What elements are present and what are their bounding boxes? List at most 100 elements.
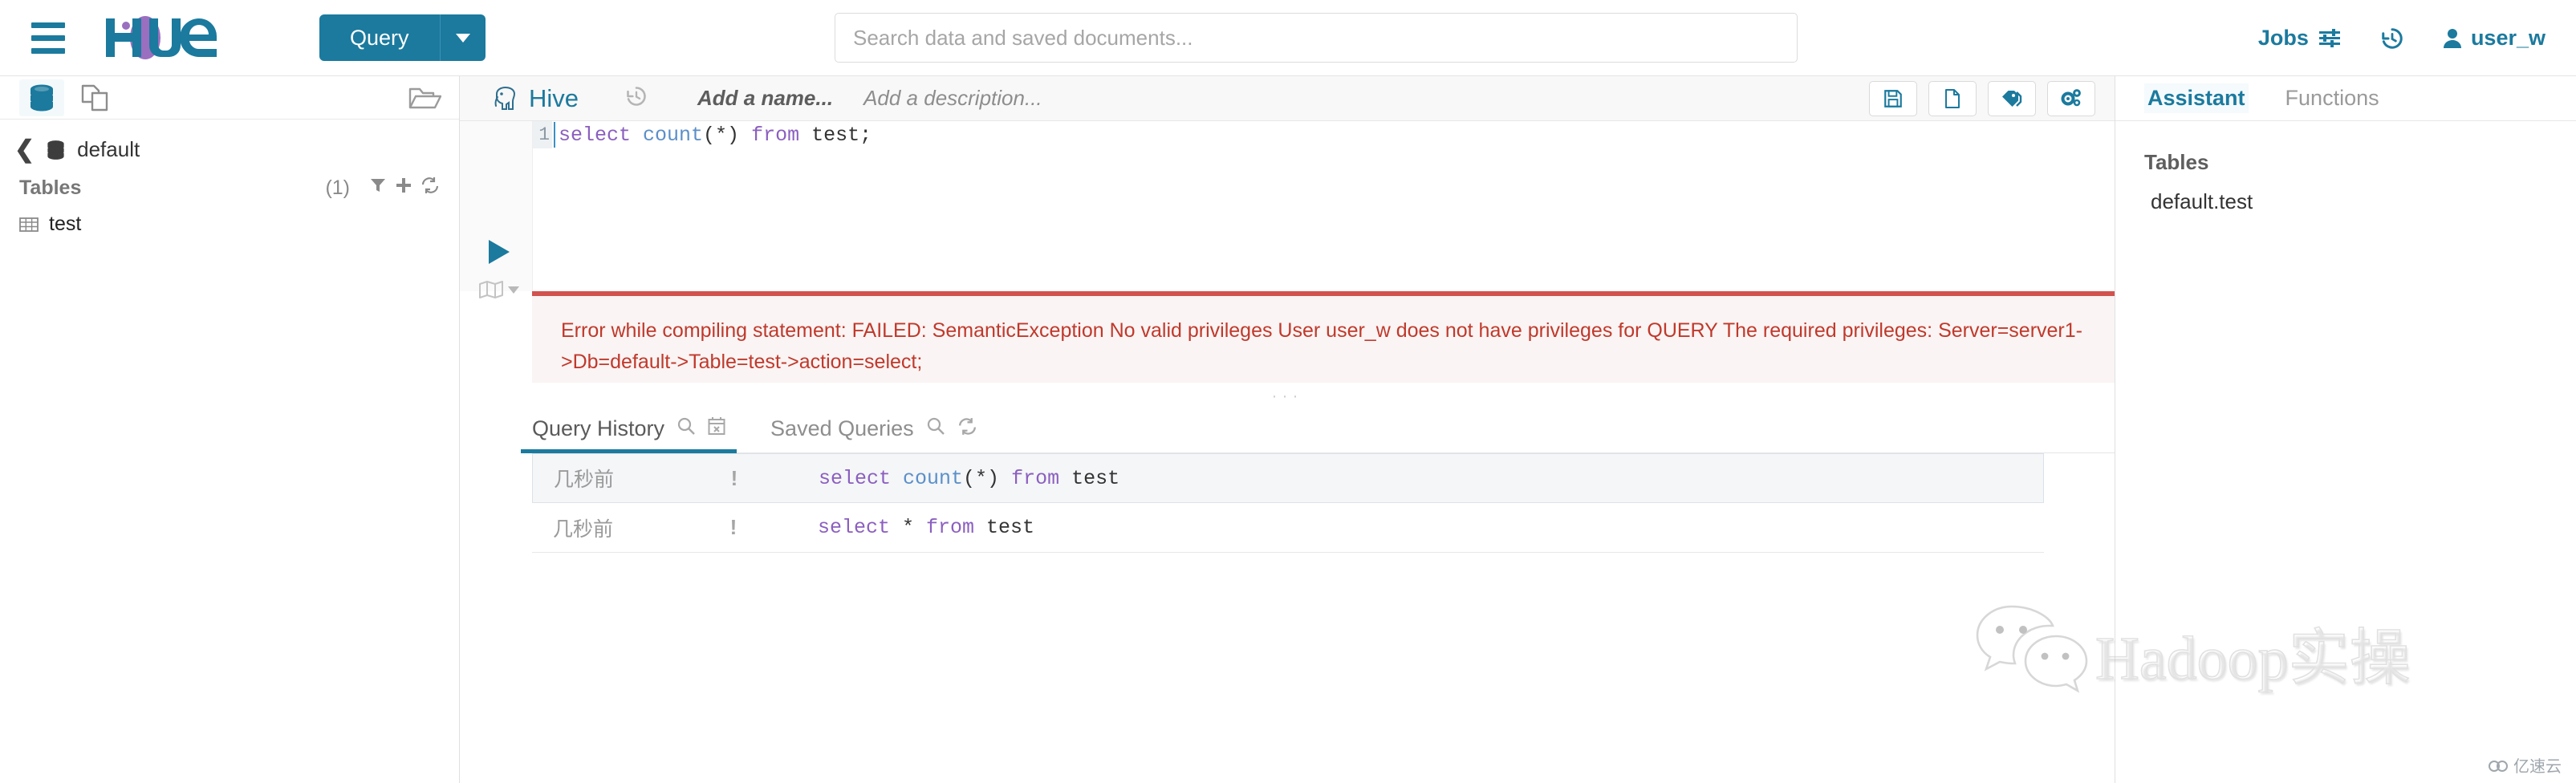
history-clock-icon[interactable] (625, 85, 648, 112)
document-description-input[interactable]: Add a description... (863, 86, 1042, 111)
map-explain-icon (479, 281, 503, 298)
run-query-button[interactable] (489, 240, 510, 264)
documents-icon[interactable] (74, 79, 116, 116)
save-button[interactable] (1869, 81, 1917, 116)
plus-icon[interactable] (395, 176, 412, 200)
sql-token: from (1011, 466, 1060, 490)
database-icon (47, 140, 64, 160)
tab-label: Query History (532, 416, 665, 440)
history-time: 几秒前 (553, 517, 614, 541)
assistant-table-entry[interactable]: default.test (2115, 175, 2576, 214)
search-glyph (677, 417, 695, 435)
user-name: user_w (2470, 26, 2546, 50)
editor-header-buttons (1869, 81, 2095, 116)
engine-name: Hive (529, 83, 579, 112)
table-name: test (49, 213, 82, 235)
left-assist-panel: ❮ default Tables (1) test (0, 76, 460, 783)
table-row[interactable]: 几秒前 ! select * from test (532, 503, 2044, 553)
tab-label: Saved Queries (770, 416, 914, 440)
history-clock-glyph (627, 87, 646, 106)
explain-button[interactable] (479, 280, 519, 299)
search-glyph (927, 417, 945, 435)
open-folder-icon[interactable] (408, 83, 441, 112)
sql-code-line: select count (*) from test; (559, 121, 872, 148)
jobs-label: Jobs (2257, 26, 2309, 50)
table-row[interactable]: 几秒前 ! select count(*) from test (532, 453, 2044, 503)
tab-functions[interactable]: Functions (2285, 86, 2379, 111)
database-breadcrumb[interactable]: ❮ default (0, 120, 459, 164)
chevron-down-icon (455, 33, 470, 43)
query-button[interactable]: Query (319, 14, 441, 61)
saved-search-icon[interactable] (926, 416, 945, 441)
tag-icon (2002, 91, 2022, 107)
database-glyph (30, 84, 53, 111)
top-navigation-bar: Query Jobs (0, 0, 2576, 76)
sql-token: count (903, 466, 964, 490)
filter-icon[interactable] (369, 176, 387, 200)
query-button-group: Query (319, 14, 486, 61)
save-floppy-icon (1884, 90, 1902, 108)
hue-logo[interactable] (100, 15, 268, 60)
tab-query-history[interactable]: Query History (520, 416, 737, 453)
engine-selector[interactable]: Hive (492, 84, 579, 113)
history-time: 几秒前 (554, 469, 615, 491)
chevron-left-icon[interactable]: ❮ (14, 136, 35, 164)
sql-token: select (819, 466, 892, 490)
refresh-icon[interactable] (421, 176, 440, 200)
history-clock-icon (2382, 27, 2403, 49)
sql-token: test; (799, 123, 872, 147)
settings-button[interactable] (2047, 81, 2095, 116)
new-document-icon (1945, 89, 1960, 108)
sql-token: (*) (963, 466, 1012, 490)
tab-assistant[interactable]: Assistant (2144, 83, 2249, 113)
calendar-clear-glyph (708, 417, 725, 435)
hive-elephant-icon (494, 86, 516, 110)
status-badge: ! (730, 465, 738, 490)
result-panel-resize-handle[interactable]: ··· (460, 386, 2115, 407)
sliders-icon (2318, 28, 2340, 47)
hamburger-bar (31, 47, 65, 54)
sql-token: from (926, 516, 975, 539)
documents-glyph (81, 84, 108, 111)
assistant-section-title: Tables (2144, 150, 2209, 174)
sql-code-editor[interactable]: 1 select count (*) from test; (532, 121, 2115, 291)
query-history-list: 几秒前 ! select count(*) from test 几秒前 ! se… (532, 453, 2044, 553)
editor-gutter (460, 121, 532, 298)
sql-token: from (751, 123, 800, 147)
sql-token: test (974, 516, 1035, 539)
filter-glyph (371, 179, 385, 192)
tables-section-header: Tables (1) (0, 164, 459, 200)
query-dropdown-button[interactable] (440, 14, 486, 61)
saved-refresh-icon[interactable] (957, 416, 977, 441)
history-clear-icon[interactable] (708, 416, 725, 441)
tag-button[interactable] (1988, 81, 2036, 116)
job-history-button[interactable] (2380, 26, 2404, 51)
sql-token: count (643, 123, 704, 147)
topbar-right-actions: Jobs user_w (2258, 0, 2546, 76)
tables-label: Tables (19, 176, 82, 199)
tables-count: (1) (325, 176, 350, 199)
jobs-link[interactable]: Jobs (2258, 26, 2342, 51)
refresh-glyph (958, 418, 976, 435)
user-menu[interactable]: user_w (2443, 26, 2546, 51)
new-document-button[interactable] (1928, 81, 1977, 116)
history-search-icon[interactable] (677, 416, 696, 441)
table-list-item-test[interactable]: test (0, 200, 459, 236)
sql-token: test (1059, 466, 1120, 490)
hamburger-menu-icon[interactable] (26, 15, 71, 60)
right-assistant-panel: Assistant Functions Tables default.test (2115, 76, 2576, 783)
sql-token: (*) (703, 123, 752, 147)
sql-token: * (890, 516, 927, 539)
history-sql: select count(*) from test (766, 467, 1119, 490)
database-icon[interactable] (19, 79, 64, 116)
error-panel: Error while compiling statement: FAILED:… (532, 291, 2115, 383)
document-name-input[interactable]: Add a name... (697, 86, 833, 111)
gears-icon (2061, 89, 2081, 107)
search-input[interactable] (835, 13, 1798, 63)
open-folder-glyph (408, 87, 441, 109)
tab-saved-queries[interactable]: Saved Queries (770, 416, 977, 452)
sql-token: select (559, 123, 632, 147)
chevron-down-icon (508, 286, 519, 294)
